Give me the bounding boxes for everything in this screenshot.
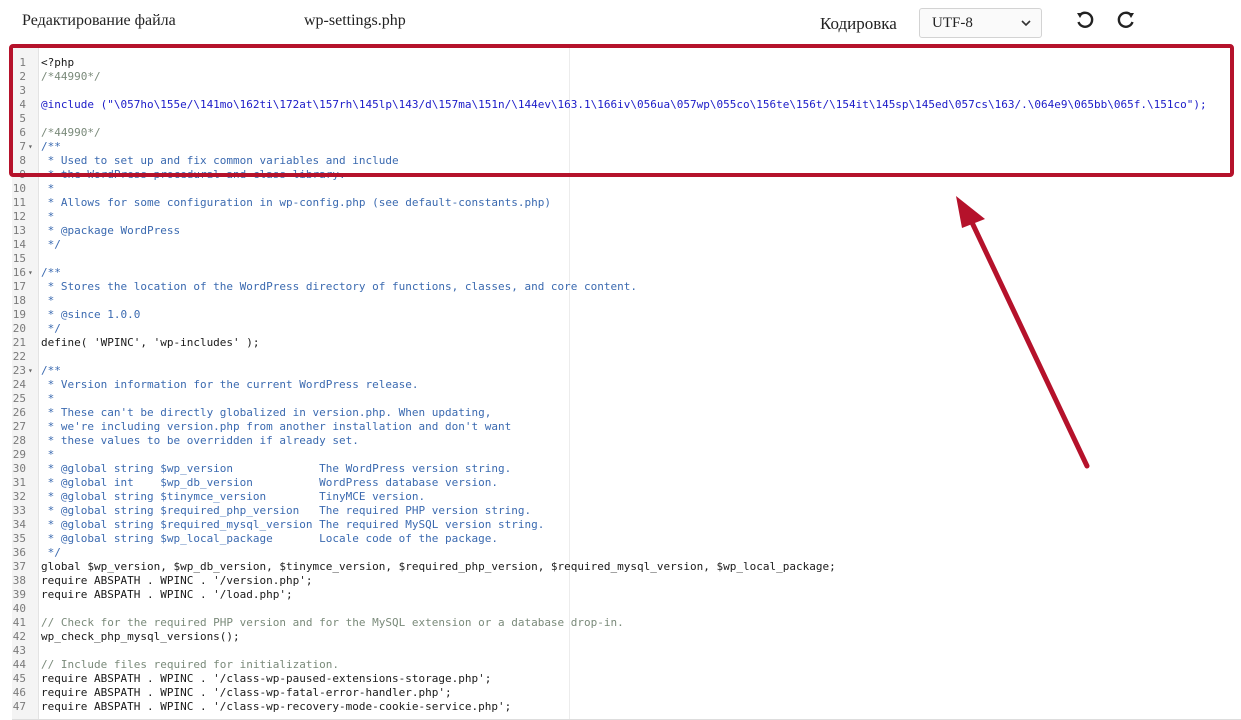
annotation-arrow-icon — [956, 196, 1090, 469]
